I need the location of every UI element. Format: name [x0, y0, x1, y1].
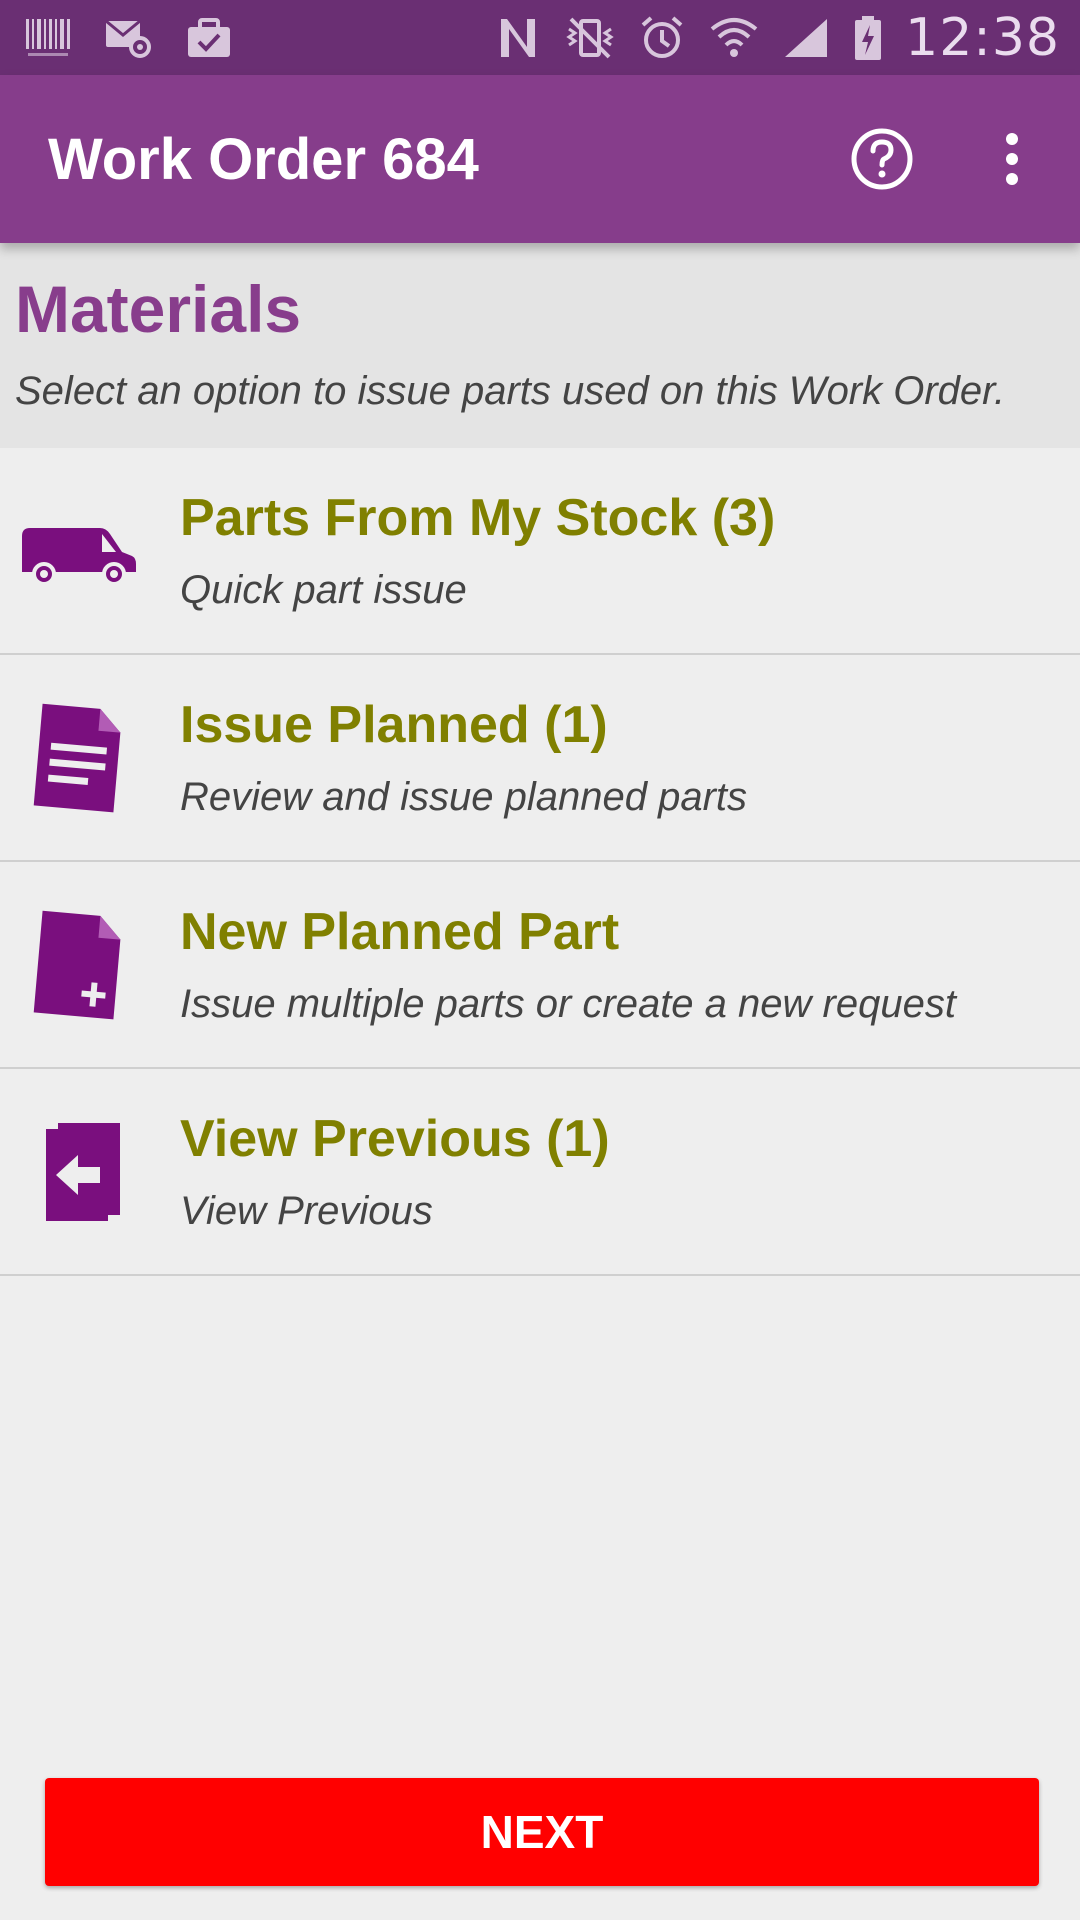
alarm-icon — [641, 15, 683, 58]
item-title: Parts From My Stock (3) — [180, 489, 776, 547]
briefcase-check-icon — [188, 17, 230, 57]
overflow-menu-button[interactable] — [972, 99, 1052, 219]
list-item-parts-from-my-stock[interactable]: Parts From My Stock (3) Quick part issue — [0, 448, 1080, 655]
help-button[interactable] — [822, 99, 942, 219]
materials-options-list: Parts From My Stock (3) Quick part issue… — [0, 448, 1080, 1276]
item-title: New Planned Part — [180, 903, 620, 961]
wifi-icon — [710, 17, 758, 57]
list-item-view-previous[interactable]: View Previous (1) View Previous — [0, 1069, 1080, 1276]
section-title: Materials — [15, 272, 302, 346]
van-icon — [15, 488, 140, 613]
document-add-icon — [15, 902, 140, 1027]
help-icon — [851, 128, 913, 190]
item-subtitle: Issue multiple parts or create a new req… — [180, 982, 956, 1026]
item-title: Issue Planned (1) — [180, 696, 608, 754]
materials-header: Materials Select an option to issue part… — [0, 243, 1080, 448]
barcode-icon — [26, 18, 70, 56]
list-item-issue-planned[interactable]: Issue Planned (1) Review and issue plann… — [0, 655, 1080, 862]
item-subtitle: Quick part issue — [180, 568, 467, 612]
overflow-menu-icon — [1006, 133, 1018, 185]
item-subtitle: View Previous — [180, 1189, 433, 1233]
mail-settings-icon — [105, 19, 151, 58]
vibrate-icon — [566, 17, 614, 58]
battery-charging-icon — [855, 15, 882, 60]
item-subtitle: Review and issue planned parts — [180, 775, 748, 819]
app-bar: Work Order 684 — [0, 75, 1080, 243]
status-time: 12:38 — [905, 7, 1060, 68]
status-bar-notifications — [24, 15, 234, 61]
section-subtitle: Select an option to issue parts used on … — [15, 369, 1006, 413]
list-item-new-planned-part[interactable]: New Planned Part Issue multiple parts or… — [0, 862, 1080, 1069]
page-title: Work Order 684 — [48, 126, 479, 192]
item-title: View Previous (1) — [180, 1110, 610, 1168]
documents-back-icon — [15, 1109, 140, 1234]
nfc-icon — [501, 18, 536, 57]
signal-icon — [785, 18, 828, 57]
next-button[interactable]: NEXT — [45, 1778, 1039, 1886]
document-lines-icon — [15, 695, 140, 820]
status-bar: 12:38 — [0, 0, 1080, 75]
status-bar-system: 12:38 — [493, 8, 1060, 68]
